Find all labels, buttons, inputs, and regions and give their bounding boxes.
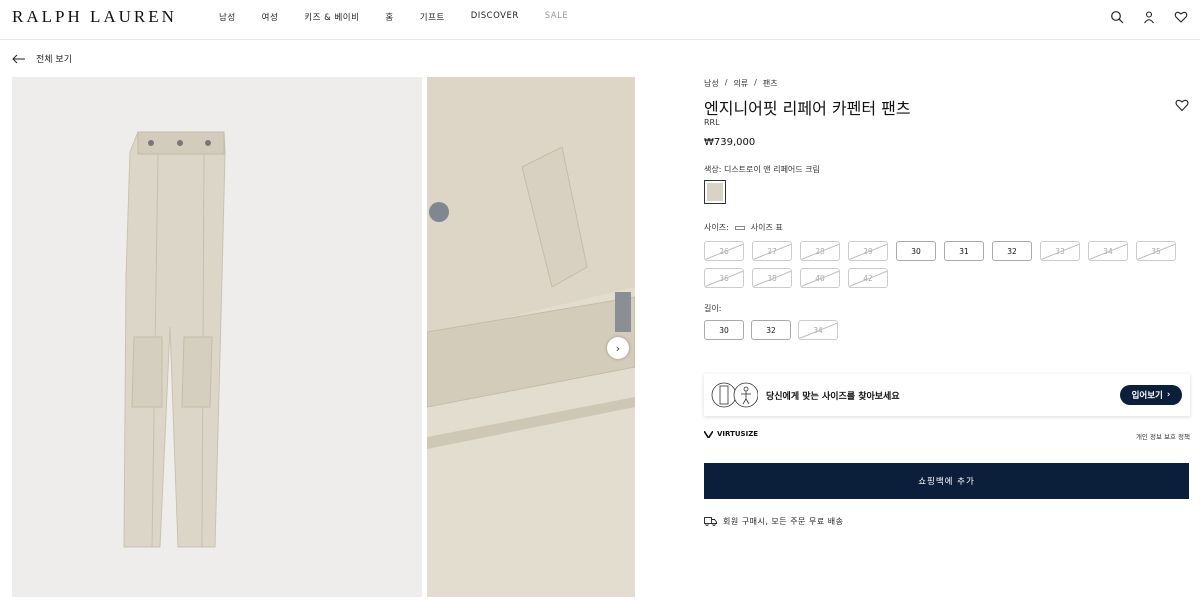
size-option-33[interactable]: 33 xyxy=(1040,241,1080,261)
shipping-label: 회원 구매시, 모든 주문 무료 배송 xyxy=(723,517,844,526)
truck-icon xyxy=(704,517,717,526)
virtusize-logo: VIRTUSIZE xyxy=(704,430,758,438)
wishlist-icon[interactable] xyxy=(1174,9,1188,23)
back-link-label: 전체 보기 xyxy=(36,55,72,65)
try-on-button[interactable]: 입어보기 › xyxy=(1120,385,1182,405)
nav-discover[interactable]: DISCOVER xyxy=(471,11,519,23)
length-option-34[interactable]: 34 xyxy=(798,320,838,340)
nav-women[interactable]: 여성 xyxy=(262,11,279,23)
add-to-bag-button[interactable]: 쇼핑백에 추가 xyxy=(704,463,1189,499)
virtusize-prompt: 당신에게 맞는 사이즈를 찾아보세요 xyxy=(766,392,900,402)
size-option-34[interactable]: 34 xyxy=(1088,241,1128,261)
size-option-28[interactable]: 28 xyxy=(800,241,840,261)
product-title: 엔지니어핏 리페어 카펜터 팬츠 xyxy=(704,99,911,118)
length-grid: 30 32 34 xyxy=(704,320,838,340)
header-icons xyxy=(1110,9,1188,24)
breadcrumb-separator: / xyxy=(724,78,728,87)
length-option-30[interactable]: 30 xyxy=(704,320,744,340)
product-brand: RRL xyxy=(704,118,720,127)
length-option-32[interactable]: 32 xyxy=(751,320,791,340)
color-swatch[interactable] xyxy=(704,180,726,204)
shipping-note: 회원 구매시, 모든 주문 무료 배송 xyxy=(704,516,843,527)
size-option-31[interactable]: 31 xyxy=(944,241,984,261)
virtusize-fit-icon xyxy=(710,382,759,408)
virtusize-mark-icon xyxy=(704,430,713,438)
ruler-icon xyxy=(734,225,745,230)
try-on-label: 입어보기 xyxy=(1131,391,1163,401)
size-option-32[interactable]: 32 xyxy=(992,241,1032,261)
length-label: 길이: xyxy=(704,304,722,313)
swatch-fill xyxy=(707,183,723,201)
size-option-27[interactable]: 27 xyxy=(752,241,792,261)
size-option-38[interactable]: 38 xyxy=(752,268,792,288)
gallery-next-button[interactable]: › xyxy=(607,337,629,359)
size-option-26[interactable]: 26 xyxy=(704,241,744,261)
size-label: 사이즈: xyxy=(704,223,729,232)
breadcrumb-pants[interactable]: 팬츠 xyxy=(763,78,778,89)
site-header: RALPH LAUREN 남성 여성 키즈 & 베이비 홈 기프트 DISCOV… xyxy=(0,0,1200,40)
size-option-35[interactable]: 35 xyxy=(1136,241,1176,261)
breadcrumb-clothing[interactable]: 의류 xyxy=(733,78,748,89)
breadcrumb-men[interactable]: 남성 xyxy=(704,78,719,89)
heart-icon[interactable] xyxy=(1175,97,1189,112)
size-option-30[interactable]: 30 xyxy=(896,241,936,261)
product-image-detail[interactable] xyxy=(427,77,635,597)
nav-sale[interactable]: SALE xyxy=(545,11,568,23)
nav-men[interactable]: 남성 xyxy=(219,11,236,23)
account-icon[interactable] xyxy=(1142,9,1156,24)
nav-gift[interactable]: 기프트 xyxy=(420,11,445,23)
back-link[interactable]: 전체 보기 xyxy=(12,52,72,65)
arrow-left-icon xyxy=(12,54,25,63)
size-option-29[interactable]: 29 xyxy=(848,241,888,261)
nav-home[interactable]: 홈 xyxy=(385,11,393,23)
virtusize-widget: 당신에게 맞는 사이즈를 찾아보세요 입어보기 › xyxy=(704,374,1190,416)
privacy-policy-link[interactable]: 개인 정보 보호 정책 xyxy=(1136,431,1190,441)
breadcrumb-separator: / xyxy=(754,78,757,87)
size-option-36[interactable]: 36 xyxy=(704,268,744,288)
size-chart-link[interactable]: 사이즈 표 xyxy=(751,222,783,233)
breadcrumb: 남성 / 의류 / 팬츠 xyxy=(704,78,778,89)
size-label-row: 사이즈: 사이즈 표 xyxy=(704,222,783,233)
main-nav: 남성 여성 키즈 & 베이비 홈 기프트 DISCOVER SALE xyxy=(219,11,594,23)
virtusize-logo-text: VIRTUSIZE xyxy=(717,430,759,438)
size-option-40[interactable]: 40 xyxy=(800,268,840,288)
size-grid: 26 27 28 29 30 31 32 33 34 35 36 38 40 42 xyxy=(704,241,1194,288)
nav-kids[interactable]: 키즈 & 베이비 xyxy=(304,11,359,23)
product-price: ₩739,000 xyxy=(704,137,756,148)
product-image-main[interactable] xyxy=(12,77,422,597)
logo[interactable]: RALPH LAUREN xyxy=(12,7,177,27)
chevron-right-icon: › xyxy=(1166,390,1171,400)
color-label: 색상: 디스트로이 앤 리페어드 크림 xyxy=(704,165,820,174)
chevron-right-icon: › xyxy=(615,341,621,355)
search-icon[interactable] xyxy=(1110,9,1124,24)
size-option-42[interactable]: 42 xyxy=(848,268,888,288)
